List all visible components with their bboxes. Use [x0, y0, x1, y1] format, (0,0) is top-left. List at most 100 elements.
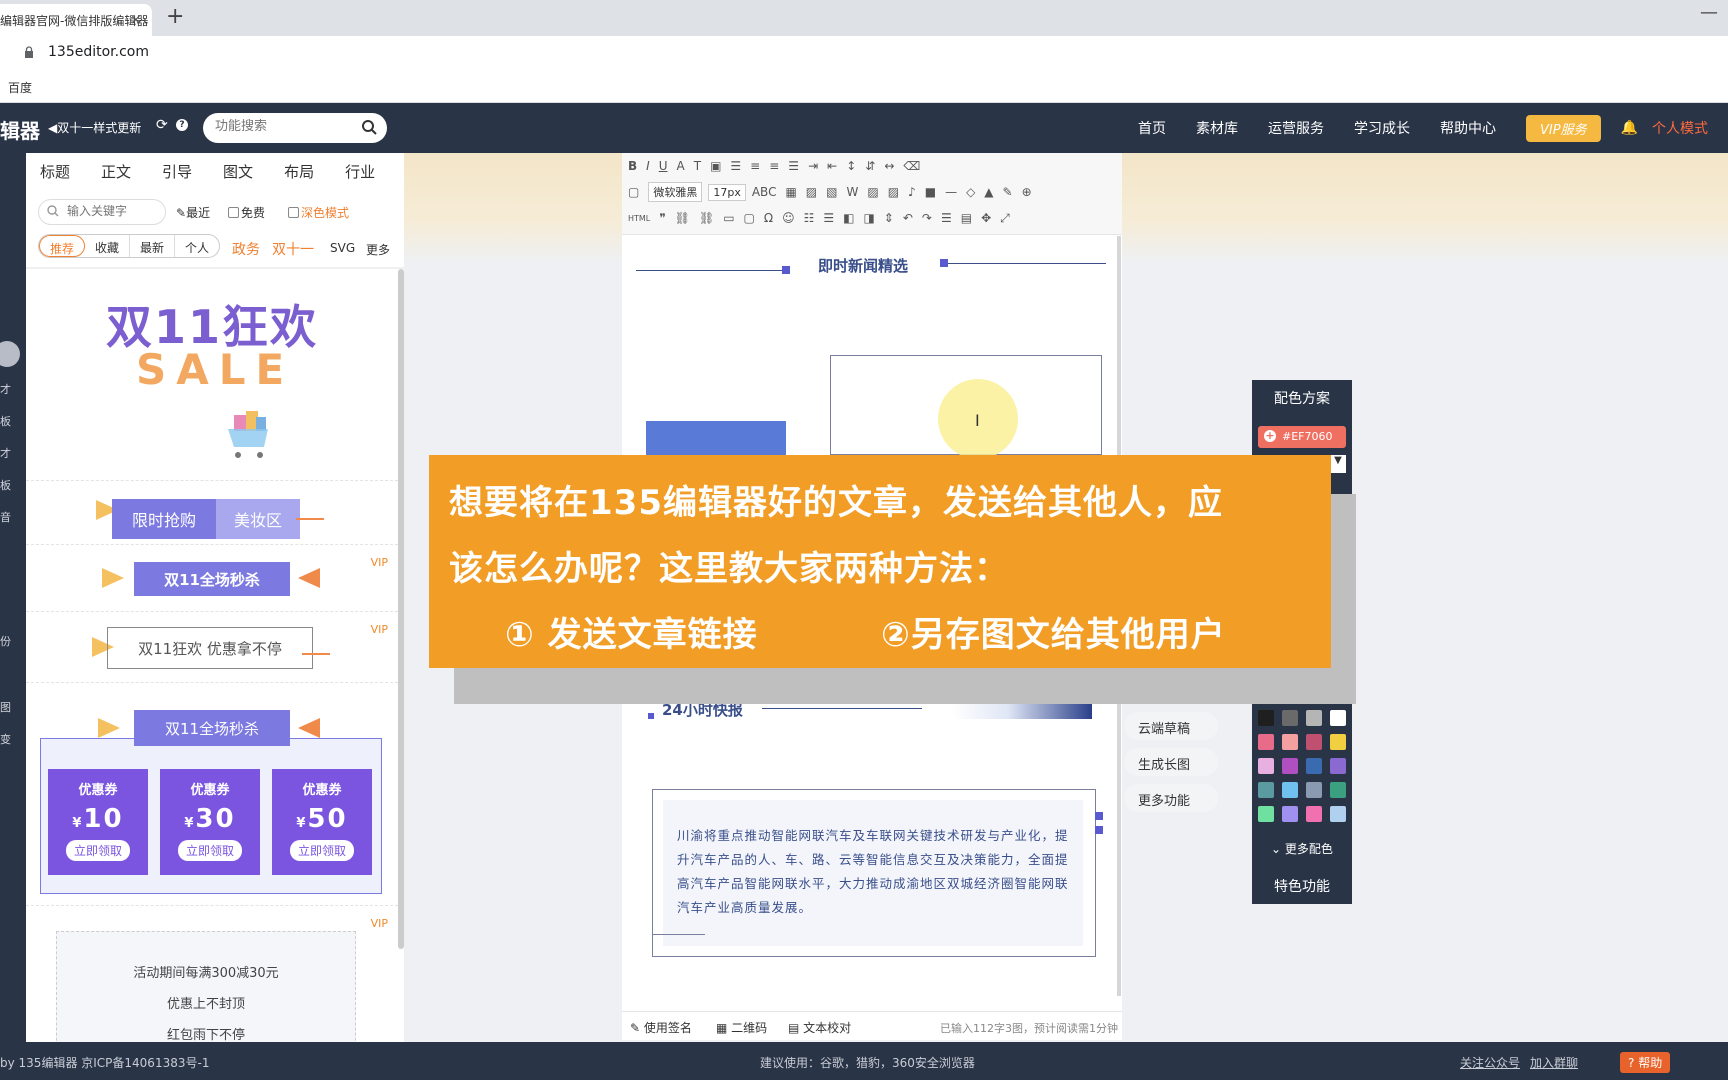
free-checkbox[interactable]: 免费 [228, 204, 265, 221]
rail-item[interactable]: 变 [0, 731, 11, 747]
follow-account-link[interactable]: 关注公众号 [1460, 1054, 1520, 1071]
bold-icon[interactable]: B [628, 159, 637, 173]
browser-tab[interactable]: 编辑器官网-微信排版编辑器 × [0, 4, 152, 36]
tag-more[interactable]: 更多 [366, 241, 390, 258]
sub-tab-recommended[interactable]: 推荐 [39, 235, 86, 257]
font-size-select[interactable]: 17px [708, 183, 746, 201]
gallery-icon[interactable]: ▨ [867, 185, 878, 199]
color-swatch[interactable] [1306, 758, 1322, 774]
underline-icon[interactable]: U [659, 159, 668, 173]
tab-guide[interactable]: 引导 [162, 161, 192, 182]
align-right-icon[interactable]: ≡ [769, 159, 779, 173]
new-tab-button[interactable]: + [166, 4, 184, 29]
recent-filter[interactable]: ✎最近 [176, 204, 210, 221]
rail-item[interactable]: 音 [0, 509, 11, 525]
ltr-icon[interactable]: ◨ [863, 211, 874, 225]
cloud-draft-button[interactable]: 云端草稿 [1124, 712, 1218, 740]
align-left-icon[interactable]: ☰ [730, 159, 741, 173]
spellcheck-icon[interactable]: ABC [752, 185, 777, 199]
more-colors-link[interactable]: ⌄ 更多配色 [1252, 840, 1352, 857]
color-hex-button[interactable]: + #EF7060 [1258, 426, 1346, 448]
letter-spacing-icon[interactable]: ↔ [884, 159, 894, 173]
personal-mode-link[interactable]: 个人模式 [1652, 118, 1708, 138]
color-swatch[interactable] [1330, 806, 1346, 822]
color-swatch[interactable] [1306, 782, 1322, 798]
url-text[interactable]: 135editor.com [48, 44, 149, 60]
rail-item[interactable]: 板 [0, 413, 11, 429]
font-color-icon[interactable]: A [677, 159, 685, 173]
paragraph-text[interactable]: 川渝将重点推动智能网联汽车及车联网关键技术研发与产业化，提升汽车产品的人、车、路… [677, 824, 1073, 920]
rail-item[interactable]: 图 [0, 699, 11, 715]
rail-item[interactable]: 板 [0, 477, 11, 493]
generate-long-image-button[interactable]: 生成长图 [1124, 748, 1218, 776]
italic-icon[interactable]: I [646, 159, 650, 173]
search-icon[interactable] [361, 119, 377, 135]
vip-service-button[interactable]: VIP服务 [1525, 114, 1601, 142]
bell-icon[interactable]: 🔔 [1621, 120, 1638, 136]
ordered-list-icon[interactable]: ☷ [804, 211, 815, 225]
color-swatch[interactable] [1282, 806, 1298, 822]
emoji-icon[interactable]: ☺ [782, 211, 795, 225]
template-coupons[interactable]: 优惠券 ¥10 立即领取 优惠券 ¥30 立即领取 优惠券 ¥50 立即领取 双… [26, 684, 398, 906]
omega-icon[interactable]: Ω [764, 211, 773, 225]
tab-body[interactable]: 正文 [101, 161, 131, 182]
tag-svg[interactable]: SVG [330, 241, 355, 255]
word-icon[interactable]: W [846, 185, 858, 199]
color-swatch[interactable] [1258, 710, 1274, 726]
nav-operations[interactable]: 运营服务 [1268, 118, 1324, 138]
undo-icon[interactable]: ↶ [903, 211, 913, 225]
coupon-claim-button[interactable]: 立即领取 [289, 840, 354, 861]
line-height-icon[interactable]: ↕ [846, 159, 856, 173]
sub-tab-personal[interactable]: 个人 [175, 235, 219, 257]
link-icon[interactable]: ⛓ [675, 211, 690, 225]
video-icon[interactable]: ■ [925, 185, 936, 199]
stamp-icon[interactable]: ▲ [984, 185, 993, 199]
align-center-icon[interactable]: ≡ [750, 159, 760, 173]
color-swatch[interactable] [1330, 758, 1346, 774]
background-color-icon[interactable]: ▣ [710, 159, 721, 173]
special-features-title[interactable]: 特色功能 [1252, 876, 1352, 896]
paragraph-spacing-icon[interactable]: ⇵ [865, 159, 875, 173]
clear-format-icon[interactable]: ⌫ [903, 159, 920, 173]
template-seckill[interactable]: VIP 双11全场秒杀 [26, 546, 398, 612]
color-swatch[interactable] [1282, 734, 1298, 750]
indent-icon[interactable]: ⇥ [808, 159, 818, 173]
text-format-icon[interactable]: T [694, 159, 701, 173]
outdent-icon[interactable]: ⇤ [827, 159, 837, 173]
signature-button[interactable]: ✎ 使用签名 [630, 1019, 692, 1036]
divider-icon[interactable]: — [945, 185, 957, 199]
tab-industry[interactable]: 行业 [345, 161, 375, 182]
color-swatch[interactable] [1330, 710, 1346, 726]
file-icon[interactable]: ▢ [628, 185, 639, 199]
tab-title-style[interactable]: 标题 [40, 161, 70, 182]
form-icon[interactable]: ▢ [744, 211, 755, 225]
template-carnival[interactable]: VIP 双11狂欢 优惠拿不停 [26, 613, 398, 683]
minimize-icon[interactable]: — [1700, 2, 1718, 23]
tag-double-eleven[interactable]: 双十一 [272, 239, 314, 259]
music-icon[interactable]: ♪ [908, 185, 916, 199]
unlink-icon[interactable]: ⛓ [699, 211, 714, 225]
nav-materials[interactable]: 素材库 [1196, 118, 1238, 138]
coupon-claim-button[interactable]: 立即领取 [177, 840, 242, 861]
template-sale[interactable]: 双11狂欢 SALE [26, 269, 398, 481]
format-icon[interactable]: ☰ [941, 211, 952, 225]
qrcode-button[interactable]: ▦ 二维码 [716, 1019, 767, 1036]
tab-image-text[interactable]: 图文 [223, 161, 253, 182]
bookmark-baidu[interactable]: 百度 [8, 79, 32, 96]
nav-home[interactable]: 首页 [1138, 118, 1166, 138]
eraser-icon[interactable]: ◇ [966, 185, 975, 199]
font-family-select[interactable]: 微软雅黑 [648, 182, 703, 202]
template-flash-sale[interactable]: 限时抢购 美妆区 [26, 483, 398, 545]
color-swatch[interactable] [1258, 758, 1274, 774]
zoom-icon[interactable]: ⊕ [1022, 185, 1032, 199]
quote-icon[interactable]: ❞ [659, 211, 665, 225]
card-icon[interactable]: ▭ [723, 211, 734, 225]
nav-learning[interactable]: 学习成长 [1354, 118, 1410, 138]
gallery2-icon[interactable]: ▨ [888, 185, 899, 199]
help-icon[interactable]: ? [176, 119, 188, 131]
coupon-claim-button[interactable]: 立即领取 [65, 840, 130, 861]
template-icon[interactable]: ▤ [961, 211, 972, 225]
color-swatch[interactable] [1330, 734, 1346, 750]
tab-layout[interactable]: 布局 [284, 161, 314, 182]
sub-tab-favorites[interactable]: 收藏 [85, 235, 131, 257]
